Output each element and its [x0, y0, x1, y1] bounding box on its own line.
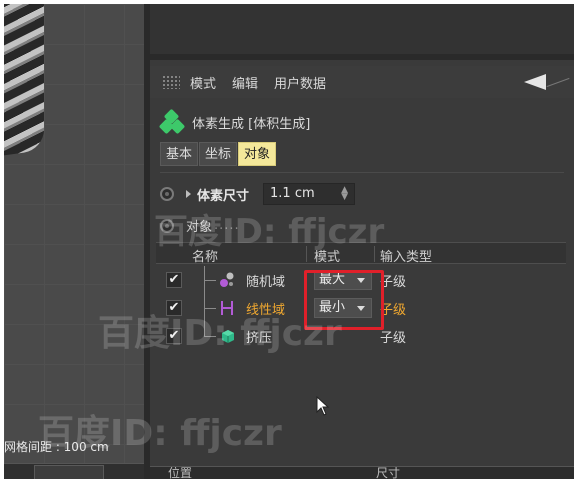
tree-branch	[204, 336, 216, 337]
header-input-type[interactable]: 输入类型	[380, 246, 432, 265]
panel-grip-icon[interactable]	[162, 75, 180, 89]
viewport-bottom-tab[interactable]	[34, 465, 104, 479]
random-field-icon	[220, 272, 234, 287]
arrow-line-icon	[546, 77, 570, 88]
voxel-size-input[interactable]: 1.1 cm ▲ ▼	[263, 183, 356, 205]
object-manager-panel	[150, 4, 574, 60]
enable-checkbox[interactable]: ✔	[166, 300, 182, 316]
linear-field-icon	[221, 301, 233, 315]
tab-object[interactable]: 对象	[238, 142, 277, 166]
voxel-size-animate-radio[interactable]	[160, 187, 174, 201]
objects-dots: .....	[214, 218, 240, 233]
list-header: 名称 模式 输入类型	[156, 242, 566, 265]
voxel-size-value: 1.1 cm	[270, 186, 315, 201]
attribute-manager: 模式 编辑 用户数据 体素生成 [体积生成] 基本 坐标 对象 体素尺寸 1.1…	[150, 66, 574, 466]
item-name[interactable]: 线性域	[246, 299, 285, 318]
attribute-menubar: 模式 编辑 用户数据	[150, 66, 574, 98]
menu-mode[interactable]: 模式	[190, 73, 216, 92]
menu-edit[interactable]: 编辑	[232, 73, 258, 92]
voxel-size-label: 体素尺寸	[197, 188, 250, 204]
header-divider[interactable]	[306, 246, 307, 262]
tab-coord[interactable]: 坐标	[199, 142, 238, 166]
cinema4d-window: 网格间距 : 100 cm 模式 编辑 用户数据 体素生成 [体积生成] 基本 …	[4, 4, 574, 479]
header-divider[interactable]	[374, 246, 375, 262]
coordinates-bar: 位置 尺寸	[150, 466, 574, 479]
objects-animate-radio[interactable]	[160, 218, 174, 233]
spinner-arrows-icon[interactable]: ▲ ▼	[341, 186, 348, 202]
grid-spacing-readout: 网格间距 : 100 cm	[4, 440, 109, 454]
tree-branch	[204, 308, 216, 309]
back-arrow-icon[interactable]	[524, 74, 546, 90]
mouse-cursor-icon	[316, 396, 330, 416]
expand-triangle-icon[interactable]	[186, 190, 191, 198]
viewport[interactable]: 网格间距 : 100 cm	[4, 4, 144, 479]
item-name[interactable]: 挤压	[246, 327, 272, 346]
objects-row: 对象 .....	[160, 216, 240, 235]
menu-user-data[interactable]: 用户数据	[274, 73, 326, 92]
object-title-label: 体素生成 [体积生成]	[192, 116, 311, 132]
position-label: 位置	[168, 466, 193, 479]
divider	[160, 172, 564, 173]
object-title: 体素生成 [体积生成]	[158, 108, 311, 135]
enable-checkbox[interactable]: ✔	[166, 328, 182, 344]
size-label: 尺寸	[376, 466, 401, 479]
attribute-tabs: 基本 坐标 对象	[160, 142, 277, 166]
header-mode[interactable]: 模式	[314, 246, 340, 265]
item-name[interactable]: 随机域	[246, 271, 285, 290]
voxel-mesh	[4, 4, 44, 159]
input-type-value[interactable]: 子级	[380, 327, 406, 346]
voxel-size-row: 体素尺寸 1.1 cm ▲ ▼	[160, 183, 356, 205]
extrude-icon	[222, 330, 234, 343]
volume-builder-icon	[158, 108, 186, 135]
enable-checkbox[interactable]: ✔	[166, 272, 182, 288]
annotation-highlight-box	[304, 270, 384, 330]
objects-label: 对象	[186, 220, 213, 235]
tab-basic[interactable]: 基本	[160, 142, 199, 166]
header-name[interactable]: 名称	[192, 246, 218, 265]
tree-branch	[204, 280, 216, 281]
